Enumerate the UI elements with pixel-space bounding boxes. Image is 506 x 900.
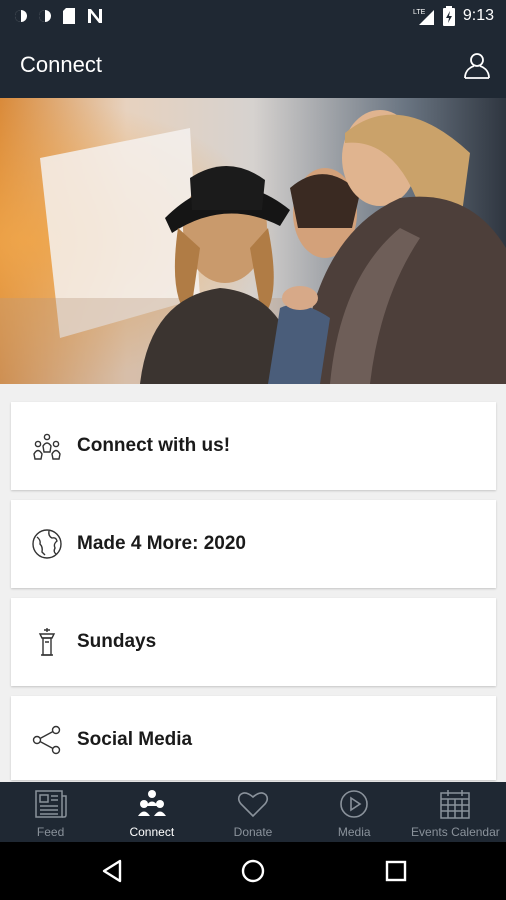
back-icon[interactable] bbox=[100, 859, 124, 883]
heart-icon bbox=[237, 792, 269, 818]
list-item-label: Connect with us! bbox=[77, 435, 231, 456]
connect-icon bbox=[137, 790, 166, 816]
network-type: LTE bbox=[413, 9, 426, 16]
status-bar: LTE 9:13 bbox=[0, 0, 506, 32]
battery-icon bbox=[442, 6, 455, 26]
people-icon bbox=[33, 433, 61, 460]
list-item-label: Made 4 More: 2020 bbox=[77, 533, 246, 554]
nav-label: Donate bbox=[233, 825, 273, 839]
nav-media[interactable]: Media bbox=[304, 782, 405, 842]
nav-connect[interactable]: Connect bbox=[101, 782, 202, 842]
globe-icon bbox=[32, 529, 62, 559]
notification-icon bbox=[15, 10, 27, 22]
user-icon bbox=[464, 53, 490, 79]
nav-label: Feed bbox=[36, 825, 65, 839]
notification-icon bbox=[39, 10, 51, 22]
clock: 9:13 bbox=[462, 7, 494, 24]
system-navigation bbox=[0, 842, 506, 900]
list-item-social-media[interactable]: Social Media bbox=[11, 696, 496, 780]
pulpit-icon bbox=[38, 628, 56, 656]
list-item-connect-with-us[interactable]: Connect with us! bbox=[11, 402, 496, 490]
hero-photo bbox=[0, 98, 506, 384]
lte-signal-icon: LTE bbox=[413, 9, 434, 25]
notification-icons bbox=[14, 7, 104, 25]
n-notification-icon bbox=[88, 9, 102, 23]
nav-label: Connect bbox=[129, 825, 175, 839]
profile-button[interactable] bbox=[462, 50, 492, 80]
page-title: Connect bbox=[20, 52, 102, 77]
list-item-label: Sundays bbox=[77, 631, 157, 652]
nav-donate[interactable]: Donate bbox=[202, 782, 303, 842]
home-icon[interactable] bbox=[241, 859, 265, 883]
list-item-made-4-more[interactable]: Made 4 More: 2020 bbox=[11, 500, 496, 588]
hero-image bbox=[0, 98, 506, 384]
sd-card-icon bbox=[63, 8, 75, 24]
share-icon bbox=[32, 725, 61, 755]
feed-icon bbox=[34, 790, 67, 818]
list-item-label: Social Media bbox=[77, 729, 193, 750]
nav-label: Events Calendar bbox=[411, 825, 500, 839]
app-bar: Connect bbox=[0, 32, 506, 98]
recents-icon[interactable] bbox=[385, 860, 407, 882]
bottom-nav: Feed Connect Donate Media Events Calenda… bbox=[0, 782, 506, 842]
nav-label: Media bbox=[337, 825, 371, 839]
play-icon bbox=[340, 790, 369, 818]
nav-events-calendar[interactable]: Events Calendar bbox=[405, 782, 506, 842]
nav-feed[interactable]: Feed bbox=[0, 782, 101, 842]
list-item-sundays[interactable]: Sundays bbox=[11, 598, 496, 686]
calendar-icon bbox=[440, 790, 471, 819]
